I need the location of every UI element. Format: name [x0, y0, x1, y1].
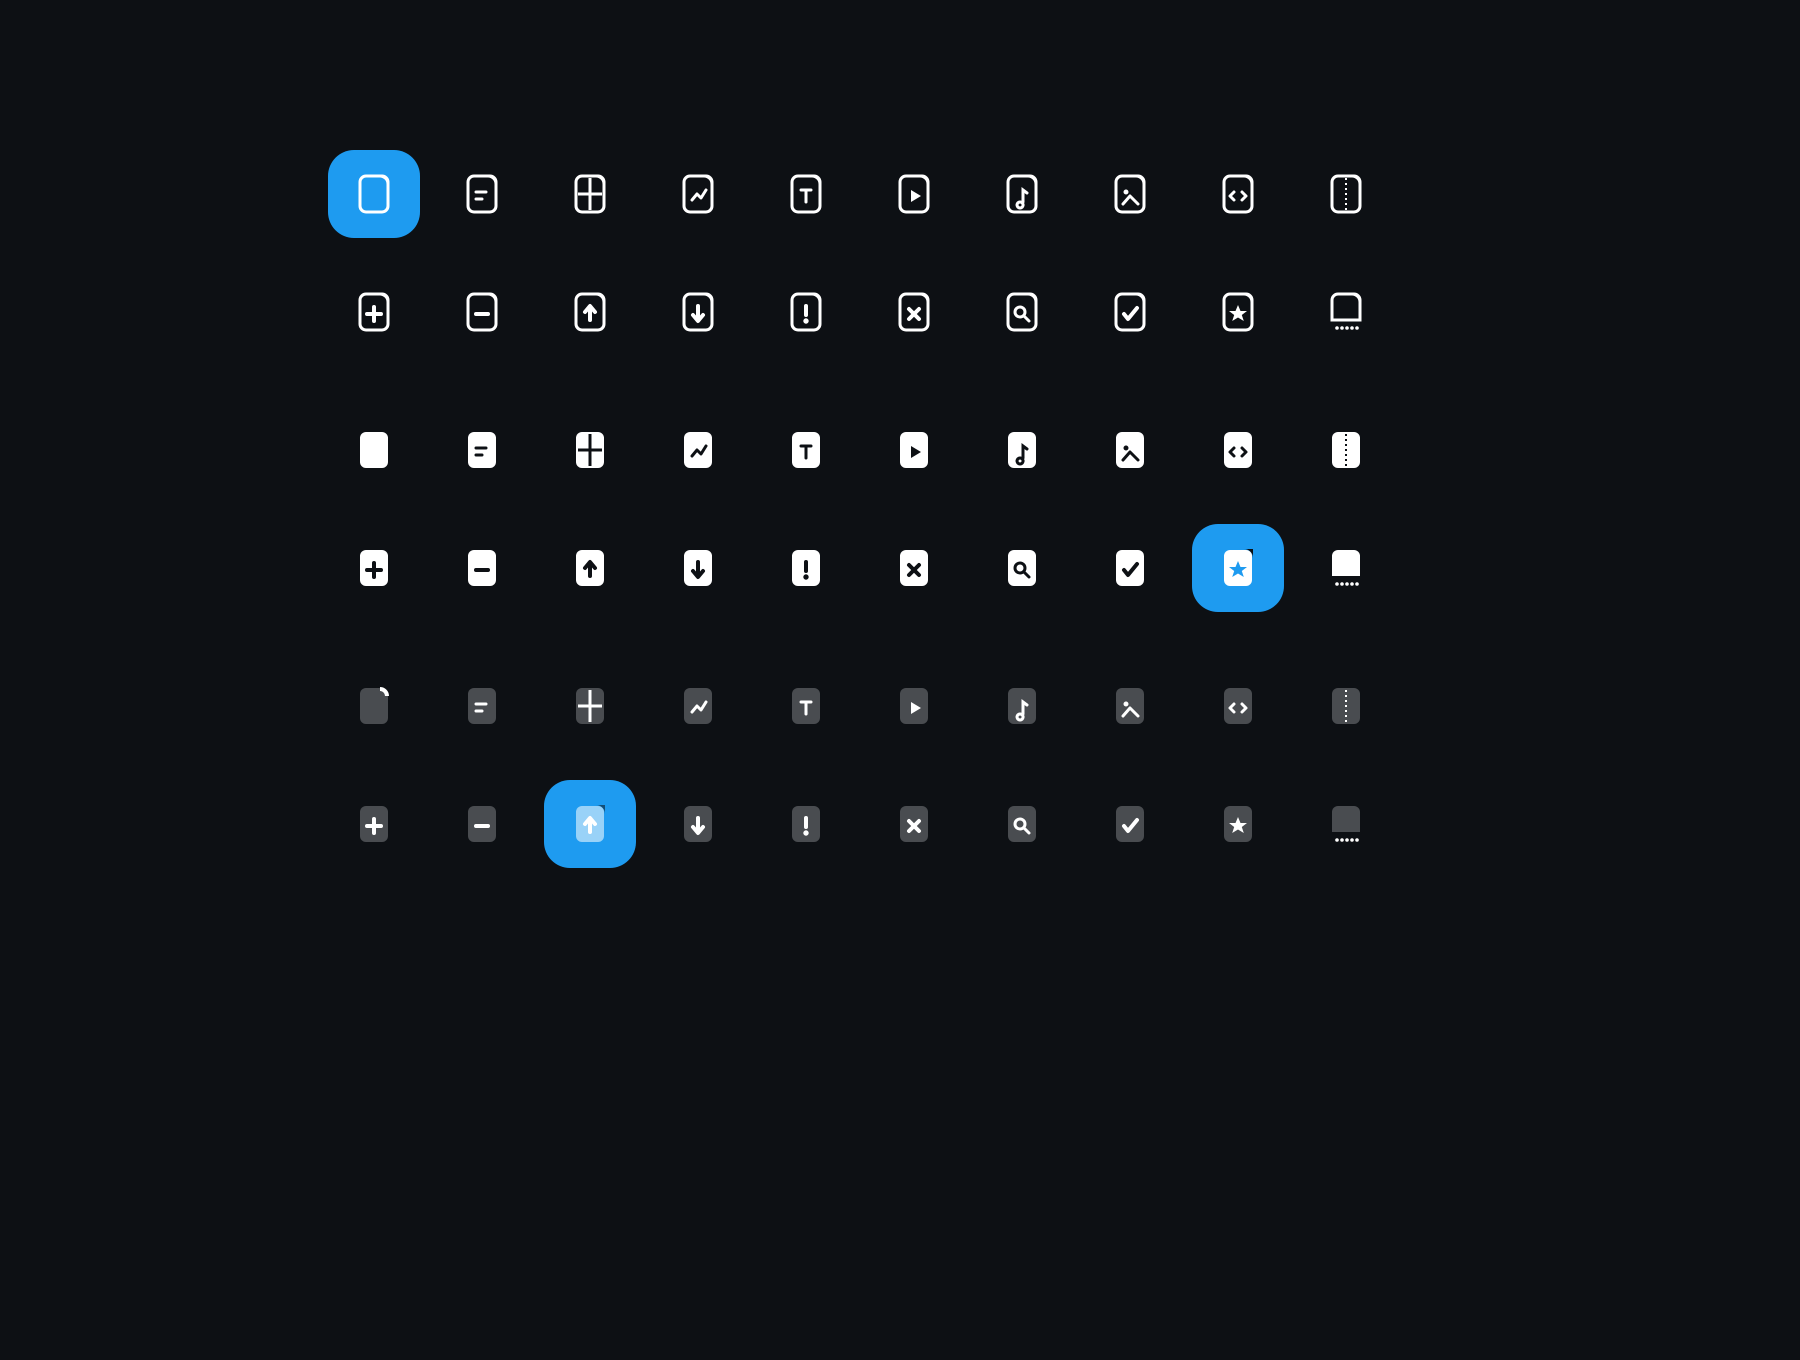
file-chart-icon[interactable]: [674, 170, 722, 218]
file-download-icon[interactable]: [674, 544, 722, 592]
file-plus-icon[interactable]: [350, 288, 398, 336]
file-delete-icon[interactable]: [890, 288, 938, 336]
file-audio-icon[interactable]: [998, 426, 1046, 474]
file-video-icon[interactable]: [890, 170, 938, 218]
file-download-icon[interactable]: [674, 288, 722, 336]
file-alert-icon[interactable]: [782, 544, 830, 592]
file-audio-icon[interactable]: [998, 682, 1046, 730]
file-image-icon[interactable]: [1106, 426, 1154, 474]
solid-row-2: [350, 544, 1450, 592]
file-delete-icon[interactable]: [890, 800, 938, 848]
file-image-icon[interactable]: [1106, 170, 1154, 218]
file-code-icon[interactable]: [1214, 682, 1262, 730]
file-search-icon[interactable]: [998, 800, 1046, 848]
file-check-icon[interactable]: [1106, 288, 1154, 336]
file-text-icon[interactable]: [458, 170, 506, 218]
file-alert-icon[interactable]: [782, 800, 830, 848]
file-alert-icon[interactable]: [782, 288, 830, 336]
file-video-icon[interactable]: [890, 426, 938, 474]
file-code-icon[interactable]: [1214, 426, 1262, 474]
solid-row-1: [350, 426, 1450, 474]
file-image-icon[interactable]: [1106, 682, 1154, 730]
file-type-icon[interactable]: [782, 682, 830, 730]
file-archive-icon[interactable]: [1322, 170, 1370, 218]
file-shred-icon[interactable]: [1322, 288, 1370, 336]
file-video-icon[interactable]: [890, 682, 938, 730]
file-table-icon[interactable]: [566, 426, 614, 474]
file-shred-icon[interactable]: [1322, 800, 1370, 848]
file-upload-icon[interactable]: [566, 288, 614, 336]
file-archive-icon[interactable]: [1322, 426, 1370, 474]
file-upload-icon[interactable]: [566, 800, 614, 848]
file-text-icon[interactable]: [458, 682, 506, 730]
duotone-row-1: [350, 682, 1450, 730]
file-plus-icon[interactable]: [350, 800, 398, 848]
file-search-icon[interactable]: [998, 544, 1046, 592]
file-icon[interactable]: [350, 682, 398, 730]
duotone-row-2: [350, 800, 1450, 848]
style-outline-section: [350, 170, 1450, 336]
file-audio-icon[interactable]: [998, 170, 1046, 218]
file-icon[interactable]: [350, 170, 398, 218]
file-type-icon[interactable]: [782, 170, 830, 218]
outline-row-2: [350, 288, 1450, 336]
file-chart-icon[interactable]: [674, 682, 722, 730]
file-text-icon[interactable]: [458, 426, 506, 474]
icon-gallery: [270, 130, 1530, 1230]
file-search-icon[interactable]: [998, 288, 1046, 336]
style-solid-section: [350, 426, 1450, 592]
file-download-icon[interactable]: [674, 800, 722, 848]
file-favorite-icon[interactable]: [1214, 288, 1262, 336]
file-type-icon[interactable]: [782, 426, 830, 474]
file-minus-icon[interactable]: [458, 288, 506, 336]
outline-row-1: [350, 170, 1450, 218]
file-delete-icon[interactable]: [890, 544, 938, 592]
file-archive-icon[interactable]: [1322, 682, 1370, 730]
file-plus-icon[interactable]: [350, 544, 398, 592]
file-favorite-icon[interactable]: [1214, 544, 1262, 592]
file-icon[interactable]: [350, 426, 398, 474]
file-shred-icon[interactable]: [1322, 544, 1370, 592]
file-favorite-icon[interactable]: [1214, 800, 1262, 848]
file-minus-icon[interactable]: [458, 544, 506, 592]
file-chart-icon[interactable]: [674, 426, 722, 474]
file-minus-icon[interactable]: [458, 800, 506, 848]
style-duotone-section: [350, 682, 1450, 848]
file-code-icon[interactable]: [1214, 170, 1262, 218]
file-table-icon[interactable]: [566, 170, 614, 218]
file-table-icon[interactable]: [566, 682, 614, 730]
file-check-icon[interactable]: [1106, 800, 1154, 848]
file-upload-icon[interactable]: [566, 544, 614, 592]
file-check-icon[interactable]: [1106, 544, 1154, 592]
